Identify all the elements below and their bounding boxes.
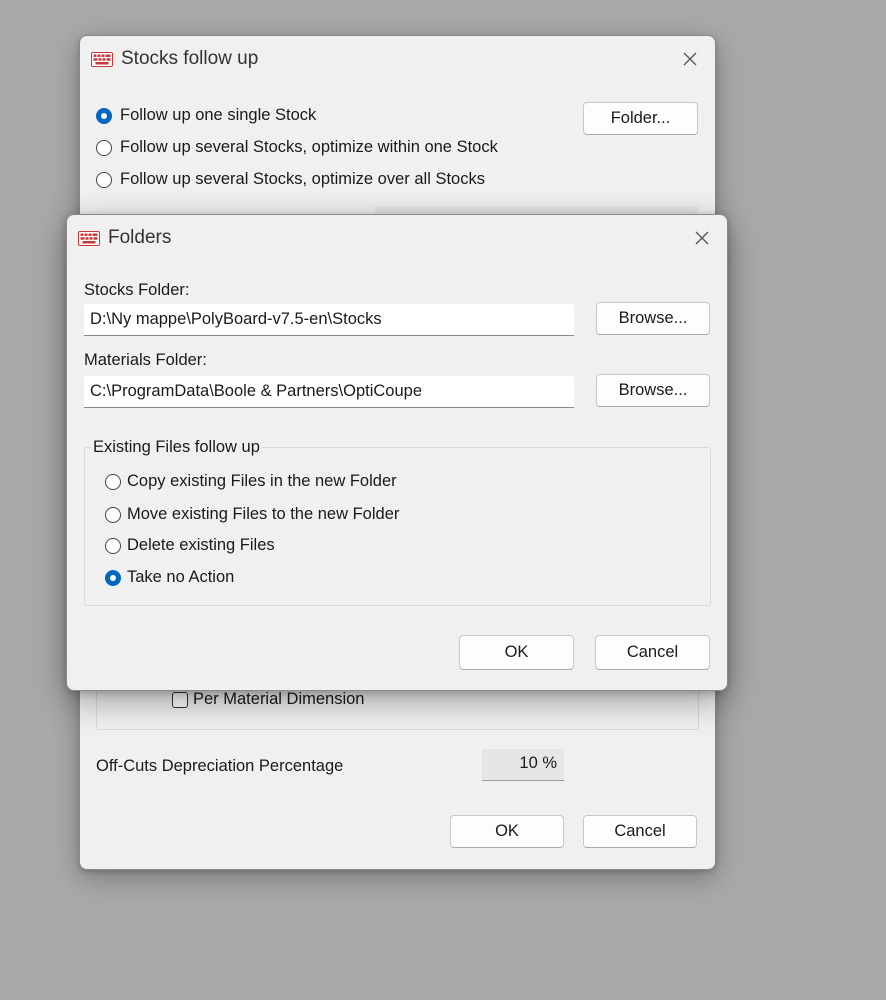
per-material-dimension-checkbox[interactable] bbox=[172, 692, 188, 708]
radio-several-over-all[interactable] bbox=[96, 172, 112, 188]
radio-move-files-label: Move existing Files to the new Folder bbox=[127, 505, 400, 523]
radio-several-within-label: Follow up several Stocks, optimize withi… bbox=[120, 138, 498, 156]
materials-browse-button[interactable]: Browse... bbox=[596, 374, 710, 407]
existing-files-group-title: Existing Files follow up bbox=[91, 438, 262, 457]
radio-several-within[interactable] bbox=[96, 140, 112, 156]
radio-single-stock-label: Follow up one single Stock bbox=[120, 106, 317, 124]
radio-delete-files[interactable] bbox=[105, 538, 121, 554]
dialog-title: Stocks follow up bbox=[121, 48, 259, 69]
ok-button[interactable]: OK bbox=[450, 815, 564, 848]
title-bar[interactable]: Stocks follow up bbox=[80, 36, 715, 82]
radio-move-files[interactable] bbox=[105, 507, 121, 523]
stocks-browse-button[interactable]: Browse... bbox=[596, 302, 710, 335]
radio-take-no-action-label: Take no Action bbox=[127, 568, 235, 586]
folders-dialog: Folders Stocks Folder: D:\Ny mappe\PolyB… bbox=[66, 214, 728, 691]
per-material-dimension-label: Per Material Dimension bbox=[193, 690, 365, 708]
offcuts-depreciation-label: Off-Cuts Depreciation Percentage bbox=[96, 757, 344, 775]
app-keyboard-icon bbox=[91, 52, 113, 67]
materials-folder-label: Materials Folder: bbox=[84, 351, 207, 369]
radio-delete-files-label: Delete existing Files bbox=[127, 536, 275, 554]
offcuts-depreciation-input[interactable]: 10 % bbox=[482, 749, 564, 781]
ok-button[interactable]: OK bbox=[459, 635, 574, 670]
radio-several-over-all-label: Follow up several Stocks, optimize over … bbox=[120, 170, 485, 188]
radio-copy-files[interactable] bbox=[105, 474, 121, 490]
close-icon[interactable] bbox=[677, 46, 703, 72]
stocks-folder-input[interactable]: D:\Ny mappe\PolyBoard-v7.5-en\Stocks bbox=[84, 304, 574, 336]
title-bar[interactable]: Folders bbox=[67, 215, 727, 261]
radio-single-stock[interactable] bbox=[96, 108, 112, 124]
materials-folder-input[interactable]: C:\ProgramData\Boole & Partners\OptiCoup… bbox=[84, 376, 574, 408]
app-keyboard-icon bbox=[78, 231, 100, 246]
close-icon[interactable] bbox=[689, 225, 715, 251]
stocks-folder-label: Stocks Folder: bbox=[84, 281, 190, 299]
radio-take-no-action[interactable] bbox=[105, 570, 121, 586]
folder-button[interactable]: Folder... bbox=[583, 102, 698, 135]
cancel-button[interactable]: Cancel bbox=[595, 635, 710, 670]
cancel-button[interactable]: Cancel bbox=[583, 815, 697, 848]
dialog-title: Folders bbox=[108, 227, 172, 248]
radio-copy-files-label: Copy existing Files in the new Folder bbox=[127, 472, 397, 490]
